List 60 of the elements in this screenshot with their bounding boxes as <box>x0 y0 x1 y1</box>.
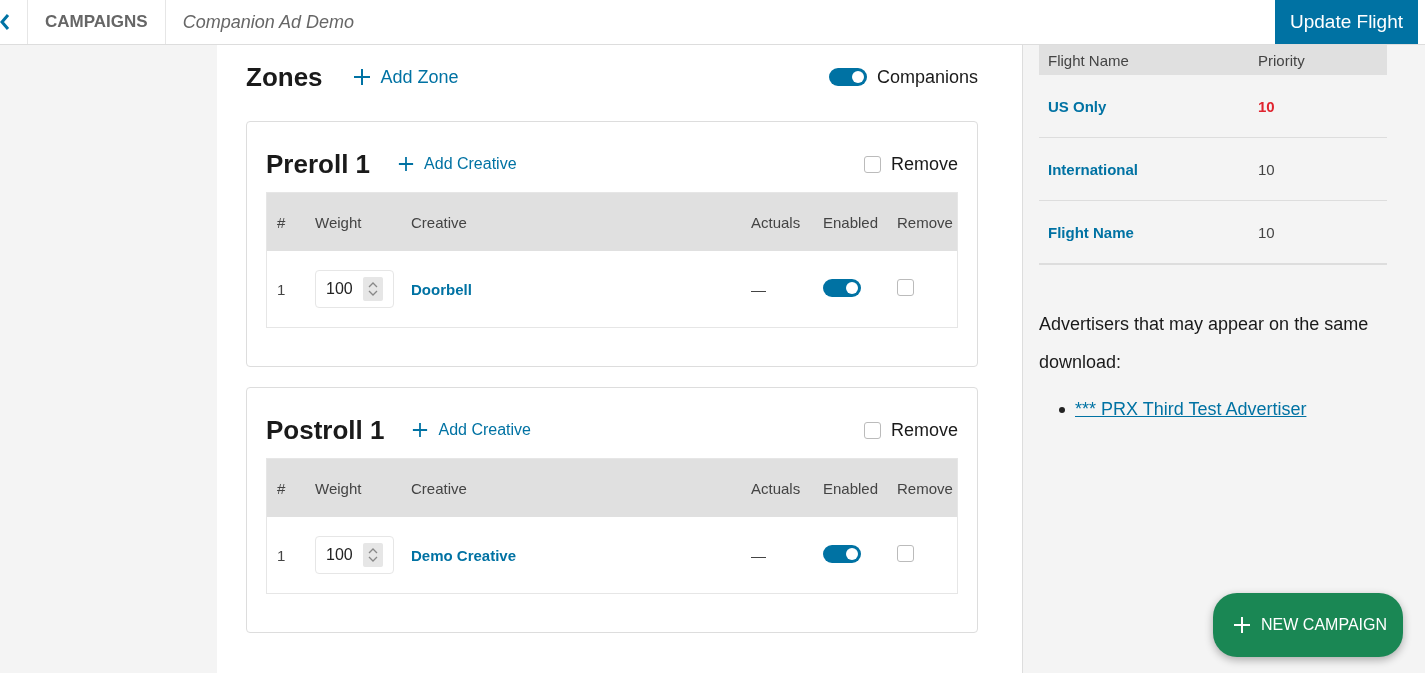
add-creative-button[interactable]: Add Creative <box>412 421 531 439</box>
column-header: Actuals <box>750 479 802 497</box>
remove-checkbox[interactable] <box>863 421 881 439</box>
zone-title: Postroll 1 <box>266 414 385 446</box>
actuals-value: — <box>750 280 767 298</box>
column-header: Creative <box>410 213 468 231</box>
column-header: # <box>276 213 287 231</box>
remove-label: Remove <box>890 419 958 441</box>
row-number: 1 <box>276 546 287 564</box>
add-zone-button[interactable]: Add Zone <box>352 66 459 88</box>
column-header: Priority <box>1257 51 1306 69</box>
plus-icon <box>398 156 415 172</box>
row-number: 1 <box>276 280 287 298</box>
new-campaign-button[interactable]: NEW CAMPAIGN <box>1213 593 1403 657</box>
weight-field[interactable]: 100 <box>315 270 394 308</box>
update-flight-button[interactable]: Update Flight <box>1275 0 1418 44</box>
zones-heading: Zones <box>246 61 323 93</box>
column-header: Enabled <box>822 479 880 497</box>
flight-link[interactable]: Flight Name <box>1048 223 1134 241</box>
flight-link[interactable]: US Only <box>1048 97 1107 115</box>
campaign-title: Companion Ad Demo <box>181 10 356 34</box>
column-header: # <box>276 479 287 497</box>
column-header: Weight <box>314 479 363 497</box>
remove-checkbox[interactable] <box>897 545 914 562</box>
column-header: Creative <box>410 479 468 497</box>
column-header: Flight Name <box>1047 51 1130 69</box>
companions-label: Companions <box>876 66 978 88</box>
creative-link[interactable]: Demo Creative <box>411 546 517 564</box>
flight-link[interactable]: International <box>1048 160 1138 178</box>
weight-value: 100 <box>326 546 353 564</box>
plus-icon <box>412 422 429 438</box>
companions-toggle[interactable] <box>828 68 867 86</box>
enabled-toggle[interactable] <box>823 278 861 297</box>
priority-value: 10 <box>1258 160 1275 178</box>
column-header: Weight <box>314 213 363 231</box>
column-header: Actuals <box>750 213 802 231</box>
advertiser-link[interactable]: *** PRX Third Test Advertiser <box>1075 399 1307 420</box>
bullet-icon <box>1059 406 1065 413</box>
enabled-toggle[interactable] <box>823 544 861 563</box>
creative-link[interactable]: Doorbell <box>411 280 472 298</box>
weight-field[interactable]: 100 <box>315 536 394 574</box>
remove-checkbox[interactable] <box>863 155 881 173</box>
advertisers-text: Advertisers that may appear on the same download: <box>1039 313 1370 374</box>
plus-icon <box>352 68 371 86</box>
stepper-icon[interactable] <box>362 277 383 301</box>
priority-value: 10 <box>1258 223 1275 241</box>
actuals-value: — <box>750 546 767 564</box>
zone-title: Preroll 1 <box>266 148 371 180</box>
remove-checkbox[interactable] <box>897 279 914 296</box>
remove-label: Remove <box>890 153 958 175</box>
breadcrumb-link[interactable]: CAMPAIGNS <box>27 0 166 44</box>
column-header: Enabled <box>822 213 880 231</box>
column-header: Remove <box>896 479 954 497</box>
back-icon[interactable] <box>0 14 10 30</box>
plus-icon <box>1233 616 1252 634</box>
add-creative-button[interactable]: Add Creative <box>398 155 517 173</box>
stepper-icon[interactable] <box>362 543 383 567</box>
weight-value: 100 <box>326 280 353 298</box>
column-header: Remove <box>896 213 954 231</box>
priority-value: 10 <box>1258 97 1275 115</box>
